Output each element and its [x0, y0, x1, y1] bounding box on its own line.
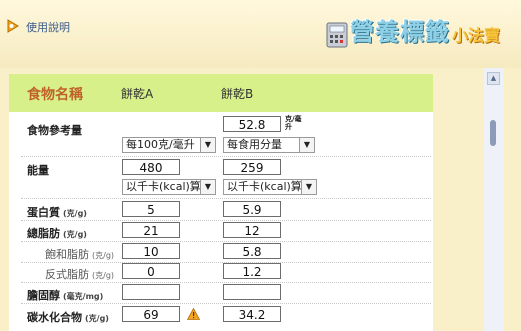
carbohydrate-b-input[interactable]: 34.2: [223, 306, 281, 322]
food-b-name: 餅乾B: [221, 87, 254, 101]
trans-fat-b-input[interactable]: 1.2: [223, 263, 281, 279]
energy-a-select[interactable]: 以千卡(kcal)算 ▼: [122, 179, 216, 195]
scroll-up-arrow-icon[interactable]: ▲: [487, 72, 500, 85]
energy-b-input[interactable]: 259: [223, 159, 281, 175]
app-subtitle: 小法寶: [452, 26, 501, 45]
total-fat-label: 總脂肪 (克/g): [27, 225, 87, 241]
scroll-thumb[interactable]: [490, 120, 496, 146]
carbohydrate-label: 碳水化合物 (克/g): [27, 309, 109, 325]
trans-fat-label: 反式脂肪 (克/g): [45, 266, 114, 282]
reference-a-select[interactable]: 每100克/毫升 ▼: [122, 137, 216, 153]
saturated-fat-unit: (克/g): [92, 251, 115, 260]
reference-a-select-value: 每100克/毫升: [126, 138, 195, 151]
total-fat-b-input[interactable]: 12: [223, 222, 281, 238]
saturated-fat-label: 飽和脂肪 (克/g): [45, 246, 114, 262]
row-divider: [21, 220, 431, 221]
vertical-scrollbar[interactable]: ▲: [484, 68, 504, 331]
reference-b-unit: 克/毫升: [285, 115, 302, 131]
protein-b-input[interactable]: 5.9: [223, 201, 281, 217]
trans-fat-a-input[interactable]: 0: [122, 263, 180, 279]
total-fat-unit: (克/g): [63, 230, 87, 239]
saturated-fat-label-text: 飽和脂肪: [45, 248, 89, 261]
nutrition-comparison-panel: 食物名稱 餅乾A 餅乾B 食物參考量 52.8 克/毫升 每100克/毫升 ▼ …: [9, 74, 433, 331]
protein-unit: (克/g): [63, 209, 87, 218]
chevron-down-icon[interactable]: ▼: [200, 138, 215, 152]
cholesterol-b-input[interactable]: [223, 284, 281, 300]
trans-fat-unit: (克/g): [92, 271, 115, 280]
energy-b-select[interactable]: 以千卡(kcal)算 ▼: [223, 179, 317, 195]
total-fat-label-text: 總脂肪: [27, 227, 60, 240]
carbohydrate-label-text: 碳水化合物: [27, 311, 82, 324]
table-header: 食物名稱 餅乾A 餅乾B: [9, 74, 433, 112]
reference-b-select-value: 每食用分量: [227, 138, 282, 151]
food-name-header: 食物名稱: [27, 87, 83, 103]
cholesterol-unit: (毫克/mg): [63, 292, 104, 301]
protein-label: 蛋白質 (克/g): [27, 204, 87, 220]
chevron-down-icon[interactable]: ▼: [301, 180, 316, 194]
top-bar: 使用說明 營養標籤 小法寶: [0, 0, 521, 68]
protein-label-text: 蛋白質: [27, 206, 60, 219]
carbohydrate-a-input[interactable]: 69: [122, 306, 180, 322]
energy-a-select-value: 以千卡(kcal)算: [126, 180, 201, 193]
total-fat-a-input[interactable]: 21: [122, 222, 180, 238]
row-divider: [21, 303, 431, 304]
calculator-icon: [326, 22, 348, 48]
energy-a-input[interactable]: 480: [122, 159, 180, 175]
row-divider: [21, 156, 431, 157]
help-arrow-icon[interactable]: [6, 19, 20, 33]
row-divider: [21, 282, 431, 283]
cholesterol-a-input[interactable]: [122, 284, 180, 300]
reference-b-select[interactable]: 每食用分量 ▼: [223, 137, 315, 153]
trans-fat-label-text: 反式脂肪: [45, 268, 89, 281]
row-divider: [21, 241, 431, 242]
energy-b-select-value: 以千卡(kcal)算: [227, 180, 302, 193]
saturated-fat-a-input[interactable]: 10: [122, 243, 180, 259]
cholesterol-label-text: 膽固醇: [27, 289, 60, 302]
help-link[interactable]: 使用說明: [26, 19, 70, 35]
food-a-name: 餅乾A: [121, 87, 154, 101]
warning-icon[interactable]: [187, 308, 200, 320]
carbohydrate-unit: (克/g): [85, 314, 109, 323]
chevron-down-icon[interactable]: ▼: [200, 180, 215, 194]
reference-amount-label: 食物參考量: [27, 124, 82, 137]
reference-b-input[interactable]: 52.8: [223, 116, 281, 132]
protein-a-input[interactable]: 5: [122, 201, 180, 217]
chevron-down-icon[interactable]: ▼: [299, 138, 314, 152]
saturated-fat-b-input[interactable]: 5.8: [223, 243, 281, 259]
row-divider: [21, 198, 431, 199]
energy-label: 能量: [27, 164, 49, 177]
cholesterol-label: 膽固醇 (毫克/mg): [27, 287, 103, 303]
app-title: 營養標籤: [350, 17, 450, 46]
